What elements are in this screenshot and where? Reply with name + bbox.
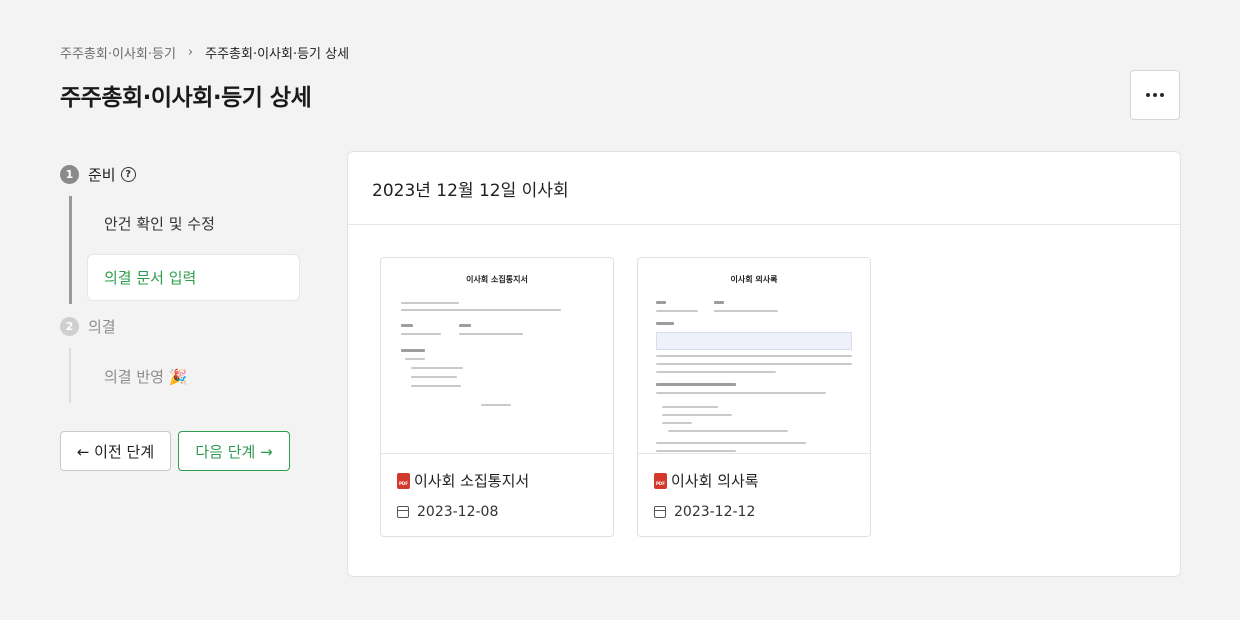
next-step-button[interactable]: 다음 단계 →	[178, 431, 290, 471]
document-name-text: 이사회 소집통지서	[414, 472, 530, 490]
calendar-icon	[397, 506, 409, 518]
document-name[interactable]: PDF 이사회 의사록	[654, 470, 854, 491]
step-prepare: 1 준비 ?	[60, 164, 136, 185]
step-number-2: 2	[60, 317, 79, 336]
more-options-button[interactable]	[1130, 70, 1180, 120]
document-date: 2023-12-08	[397, 504, 597, 520]
chevron-right-icon: ›	[187, 44, 194, 60]
document-name-text: 이사회 의사록	[671, 472, 759, 490]
page-title: 주주총회·이사회·등기 상세	[60, 85, 312, 111]
thumbnail-title: 이사회 소집통지서	[466, 275, 528, 284]
document-card[interactable]: 이사회 소집통지서 PDF 이사회 소집통지서 2023-12-08	[380, 257, 614, 537]
breadcrumb: 주주총회·이사회·등기 › 주주총회·이사회·등기 상세	[60, 42, 349, 62]
step-connector-inactive	[69, 348, 71, 403]
breadcrumb-current: 주주총회·이사회·등기 상세	[205, 46, 350, 62]
document-date-text: 2023-12-08	[417, 504, 499, 520]
help-icon[interactable]: ?	[120, 167, 136, 182]
step-number-1: 1	[60, 165, 79, 184]
more-horizontal-icon	[1146, 93, 1164, 97]
pdf-icon: PDF	[397, 472, 410, 489]
step-label-prepare: 준비	[88, 166, 116, 184]
document-card[interactable]: 이사회 의사록 PDF 이사회 의사록 2023-12-12	[637, 257, 871, 537]
step-resolution: 2 의결	[60, 316, 116, 337]
calendar-icon	[654, 506, 666, 518]
document-date: 2023-12-12	[654, 504, 854, 520]
previous-step-button[interactable]: ← 이전 단계	[60, 431, 171, 471]
document-date-text: 2023-12-12	[674, 504, 756, 520]
thumbnail-title: 이사회 의사록	[730, 275, 778, 284]
pdf-icon: PDF	[654, 472, 667, 489]
document-thumbnail[interactable]: 이사회 의사록	[638, 258, 870, 454]
meeting-documents-panel: 2023년 12월 12일 이사회 이사회 소집통지서 PDF 이사회 소집통지…	[347, 151, 1181, 577]
step-connector-active	[69, 196, 72, 304]
document-name[interactable]: PDF 이사회 소집통지서	[397, 470, 597, 491]
substep-review-agenda[interactable]: 안건 확인 및 수정	[104, 213, 215, 234]
substep-apply-resolution[interactable]: 의결 반영 🎉	[104, 366, 187, 387]
substep-enter-resolution-docs[interactable]: 의결 문서 입력	[87, 254, 300, 301]
breadcrumb-parent-link[interactable]: 주주총회·이사회·등기	[60, 43, 176, 62]
document-thumbnail[interactable]: 이사회 소집통지서	[381, 258, 613, 454]
meeting-title: 2023년 12월 12일 이사회	[348, 152, 1180, 225]
step-label-resolution: 의결	[88, 318, 116, 336]
